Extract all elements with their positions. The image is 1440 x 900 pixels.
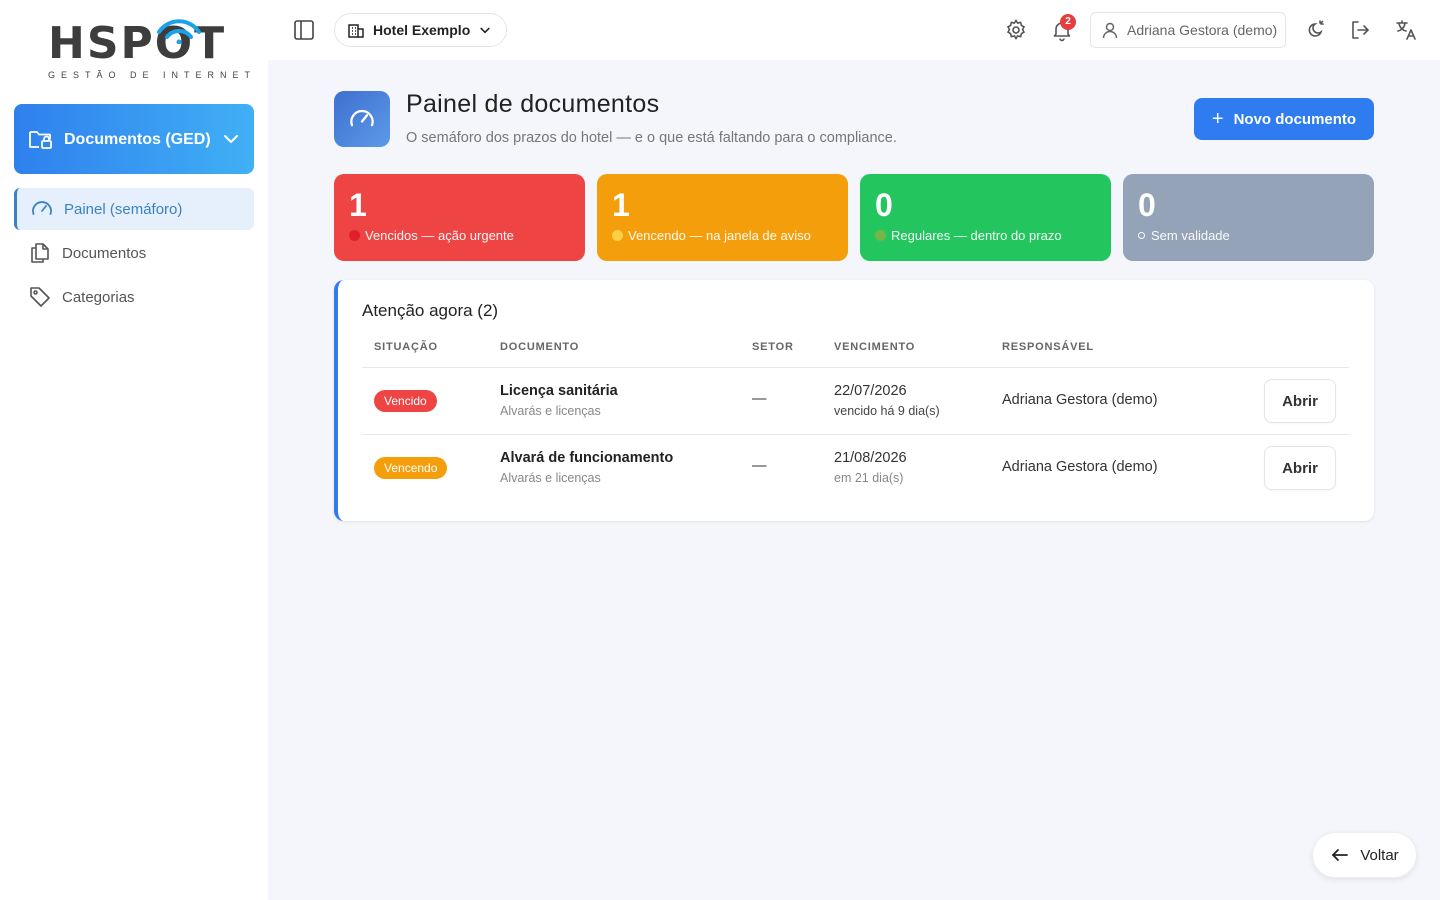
theme-toggle-icon[interactable] [1302,18,1326,42]
brand-logo[interactable]: HSPOT GESTÃO DE INTERNET [48,19,257,84]
due-note: vencido há 9 dia(s) [834,404,940,418]
notification-badge: 2 [1060,14,1076,30]
arrow-left-icon [1332,849,1349,861]
logout-icon[interactable] [1348,18,1372,42]
stat-label: Regulares — dentro do prazo [891,228,1062,243]
sidebar-item-documentos[interactable]: Documentos [14,232,254,274]
column-header-situacao: SITUAÇÃO [374,341,438,353]
stat-card-vencidos[interactable]: 1 Vencidos — ação urgente [334,174,585,261]
stat-label: Vencendo — na janela de aviso [628,228,811,243]
green-dot-icon [875,230,886,241]
due-note: em 21 dia(s) [834,471,904,485]
document-category: Alvarás e licenças [500,404,601,418]
circle-icon [1138,232,1145,239]
sidebar-item-label: Categorias [62,288,135,306]
hotel-selector[interactable]: Hotel Exemplo [334,13,508,47]
documents-icon [31,243,49,263]
sidebar-toggle-icon[interactable] [292,18,316,42]
yellow-dot-icon [612,230,623,241]
new-document-label: Novo documento [1233,110,1357,128]
sidebar: HSPOT GESTÃO DE INTERNET Documentos (GED… [0,0,268,900]
stat-label: Sem validade [1151,228,1230,243]
open-button[interactable]: Abrir [1264,446,1336,490]
stat-label: Vencidos — ação urgente [365,228,514,243]
column-header-vencimento: VENCIMENTO [834,341,916,353]
document-name[interactable]: Licença sanitária [500,383,618,399]
document-sector: — [752,458,767,474]
user-name: Adriana Gestora (demo) [1127,22,1278,38]
attention-card: Atenção agora (2) SITUAÇÃO DOCUMENTO SET… [334,280,1374,521]
stat-value: 1 [349,187,367,223]
document-category: Alvarás e licenças [500,471,601,485]
brand-tagline: GESTÃO DE INTERNET [48,70,257,80]
due-date: 21/08/2026 [834,450,907,466]
due-date: 22/07/2026 [834,383,907,399]
document-name[interactable]: Alvará de funcionamento [500,450,673,466]
topbar: Hotel Exemplo 2 Adriana Gestora (demo) [268,0,1440,60]
page-icon [334,91,390,147]
back-label: Voltar [1360,846,1399,864]
chevron-down-icon [480,27,490,34]
hotel-name: Hotel Exemplo [373,22,471,38]
sidebar-item-label: Documentos [62,244,147,262]
stat-value: 0 [1138,187,1156,223]
sidebar-item-painel[interactable]: Painel (semáforo) [14,188,254,230]
gear-icon[interactable] [1004,18,1028,42]
document-sector: — [752,391,767,407]
user-menu[interactable]: Adriana Gestora (demo) [1090,12,1287,48]
module-label: Documentos (GED) [64,130,211,148]
status-badge: Vencendo [374,457,448,479]
folder-lock-icon [29,131,52,149]
plus-icon: + [1211,107,1224,130]
responsible: Adriana Gestora (demo) [1002,392,1158,408]
tag-icon [30,287,50,307]
chevron-down-icon [224,135,238,143]
red-dot-icon [349,230,360,241]
status-badge: Vencido [374,390,437,412]
sidebar-item-label: Painel (semáforo) [64,200,183,218]
translate-icon[interactable] [1394,18,1418,42]
attention-title: Atenção agora (2) [362,301,499,320]
stat-card-regulares[interactable]: 0 Regulares — dentro do prazo [860,174,1111,261]
page-subtitle: O semáforo dos prazos do hotel — e o que… [406,130,897,146]
open-button[interactable]: Abrir [1264,379,1336,423]
wifi-icon [157,19,201,44]
stat-card-vencendo[interactable]: 1 Vencendo — na janela de aviso [597,174,848,261]
divider [362,434,1349,435]
building-icon [348,24,364,38]
stat-value: 0 [875,187,893,223]
responsible: Adriana Gestora (demo) [1002,459,1158,475]
user-icon [1102,22,1118,39]
column-header-documento: DOCUMENTO [500,341,580,353]
stat-card-sem-validade[interactable]: 0 Sem validade [1123,174,1374,261]
column-header-responsavel: RESPONSÁVEL [1002,341,1094,353]
column-header-setor: SETOR [752,341,794,353]
module-selector[interactable]: Documentos (GED) [14,104,254,174]
sidebar-item-categorias[interactable]: Categorias [14,276,254,318]
gauge-icon [350,109,374,127]
new-document-button[interactable]: + Novo documento [1194,98,1374,140]
divider [362,367,1349,368]
sidebar-nav: Painel (semáforo) Documentos Categorias [14,188,254,320]
gauge-icon [32,201,52,215]
stat-value: 1 [612,187,630,223]
back-button[interactable]: Voltar [1312,832,1417,878]
page-title: Painel de documentos [406,90,660,118]
